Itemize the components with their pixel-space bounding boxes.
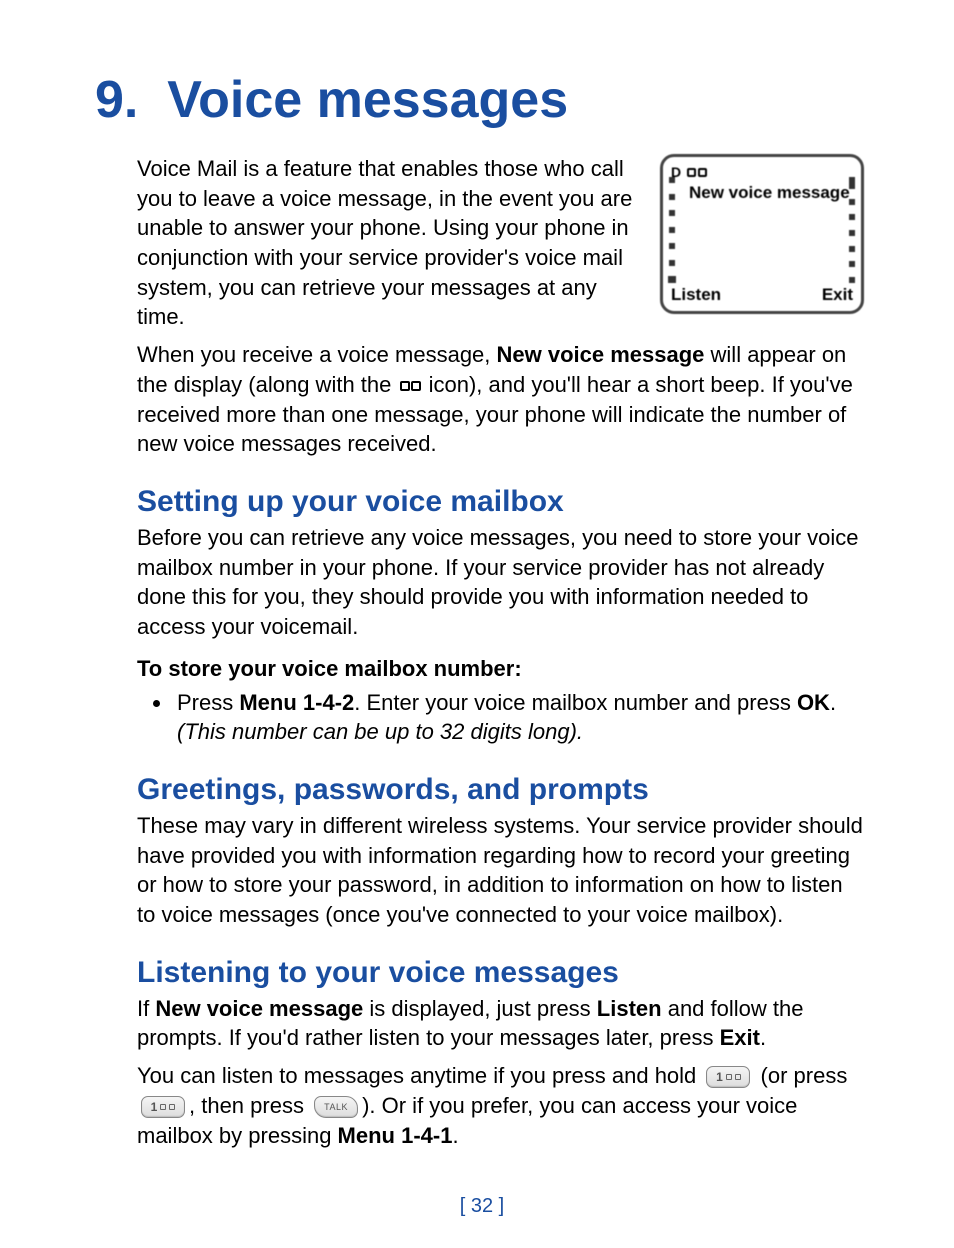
phone-display-illustration: D New voice message Listen Exit	[660, 154, 864, 314]
section-listening-para2: You can listen to messages anytime if yo…	[137, 1061, 864, 1150]
section-greetings-heading: Greetings, passwords, and prompts	[137, 773, 864, 807]
key-talk-icon: TALK	[314, 1096, 358, 1118]
voicemail-tape-icon	[687, 168, 707, 177]
key-1-voicemail-icon-2: 1	[141, 1096, 185, 1118]
section-setup-heading: Setting up your voice mailbox	[137, 485, 864, 519]
chapter-title: 9. Voice messages	[95, 70, 864, 130]
section-listening-heading: Listening to your voice messages	[137, 956, 864, 990]
phone-battery-bars-right	[849, 177, 855, 283]
store-number-step: Press Menu 1-4-2. Enter your voice mailb…	[173, 688, 864, 747]
section-listening-para1: If New voice message is displayed, just …	[137, 994, 864, 1053]
phone-left-softkey: Listen	[671, 284, 721, 307]
chapter-number: 9.	[95, 71, 138, 129]
chapter-name: Voice messages	[167, 71, 568, 129]
phone-right-softkey: Exit	[822, 284, 853, 307]
phone-signal-bars-left	[669, 177, 675, 283]
page-number: [ 32 ]	[95, 1195, 869, 1218]
phone-msg-text: New voice message	[689, 184, 853, 203]
intro-para-2: When you receive a voice message, New vo…	[137, 340, 864, 459]
voicemail-inline-icon	[400, 381, 421, 391]
section-greetings-para: These may vary in different wireless sys…	[137, 811, 864, 930]
section-setup-para: Before you can retrieve any voice messag…	[137, 523, 864, 642]
store-number-subheading: To store your voice mailbox number:	[137, 656, 864, 682]
key-1-voicemail-icon: 1	[706, 1066, 750, 1088]
